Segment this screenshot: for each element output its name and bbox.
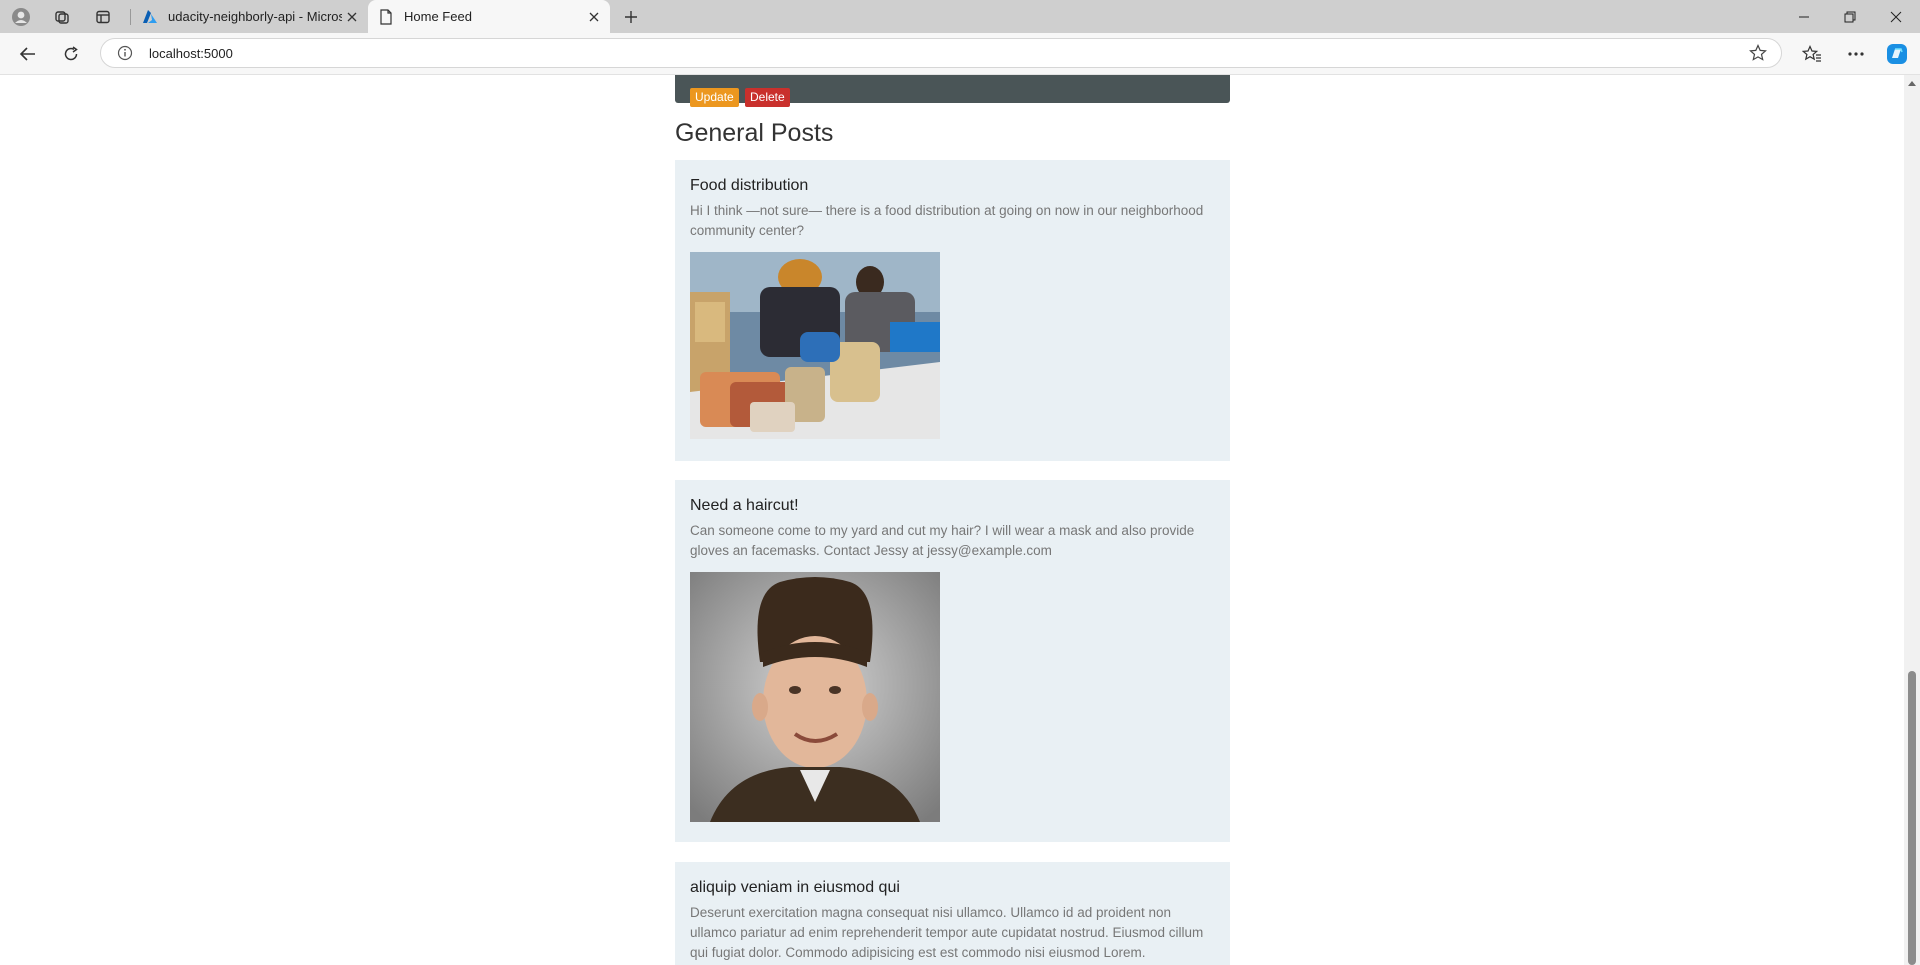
profile-icon[interactable] — [9, 5, 33, 29]
close-icon[interactable] — [584, 7, 604, 27]
post-title[interactable]: aliquip veniam in eiusmod qui — [690, 879, 1215, 897]
tab-home-feed[interactable]: Home Feed — [368, 0, 610, 33]
page-scrollbar[interactable] — [1904, 75, 1920, 965]
scrollbar-thumb[interactable] — [1908, 671, 1916, 965]
favorite-star-icon[interactable] — [1749, 44, 1767, 62]
tab-title: udacity-neighborly-api - Microsoft Azure — [168, 9, 342, 24]
favorites-icon[interactable] — [1798, 40, 1826, 68]
workspaces-icon[interactable] — [50, 5, 74, 29]
post-title[interactable]: Food distribution — [690, 177, 1215, 195]
previous-post-card: Update Delete — [675, 75, 1230, 107]
update-button[interactable]: Update — [690, 88, 739, 107]
food-distribution-photo — [690, 252, 940, 439]
refresh-icon[interactable] — [57, 40, 85, 68]
post-title[interactable]: Need a haircut! — [690, 497, 1215, 515]
haircut-portrait-photo — [690, 572, 940, 822]
restore-icon[interactable] — [1828, 0, 1872, 33]
copilot-icon[interactable] — [1883, 40, 1911, 68]
tab-separator — [130, 9, 131, 25]
post-body: Hi I think —not sure— there is a food di… — [690, 203, 1204, 238]
browser-tab-bar: udacity-neighborly-api - Microsoft Azure… — [0, 0, 1920, 33]
address-bar[interactable]: localhost:5000 — [100, 38, 1782, 68]
page-content: Update Delete General Posts Food distrib… — [0, 75, 1904, 965]
tab-azure[interactable]: udacity-neighborly-api - Microsoft Azure — [132, 0, 368, 33]
url-text[interactable]: localhost:5000 — [149, 46, 233, 61]
site-info-icon[interactable] — [117, 45, 133, 61]
address-bar-row: localhost:5000 — [0, 33, 1920, 75]
delete-button[interactable]: Delete — [745, 88, 790, 107]
post-card: Need a haircut! Can someone come to my y… — [675, 480, 1230, 842]
tab-title: Home Feed — [404, 9, 472, 24]
new-tab-icon[interactable] — [619, 5, 643, 29]
vertical-tabs-icon[interactable] — [91, 5, 115, 29]
scroll-up-arrow-icon[interactable] — [1908, 81, 1916, 86]
section-heading: General Posts — [675, 119, 834, 147]
azure-icon — [142, 9, 158, 25]
post-card: aliquip veniam in eiusmod qui Deserunt e… — [675, 862, 1230, 965]
post-card: Food distribution Hi I think —not sure— … — [675, 160, 1230, 461]
page-icon — [378, 8, 394, 25]
back-icon[interactable] — [14, 40, 42, 68]
close-window-icon[interactable] — [1874, 0, 1918, 33]
minimize-icon[interactable] — [1782, 0, 1826, 33]
more-options-icon[interactable] — [1842, 40, 1870, 68]
post-body: Deserunt exercitation magna consequat ni… — [690, 905, 1204, 960]
post-body: Can someone come to my yard and cut my h… — [690, 523, 1195, 558]
close-icon[interactable] — [342, 7, 362, 27]
